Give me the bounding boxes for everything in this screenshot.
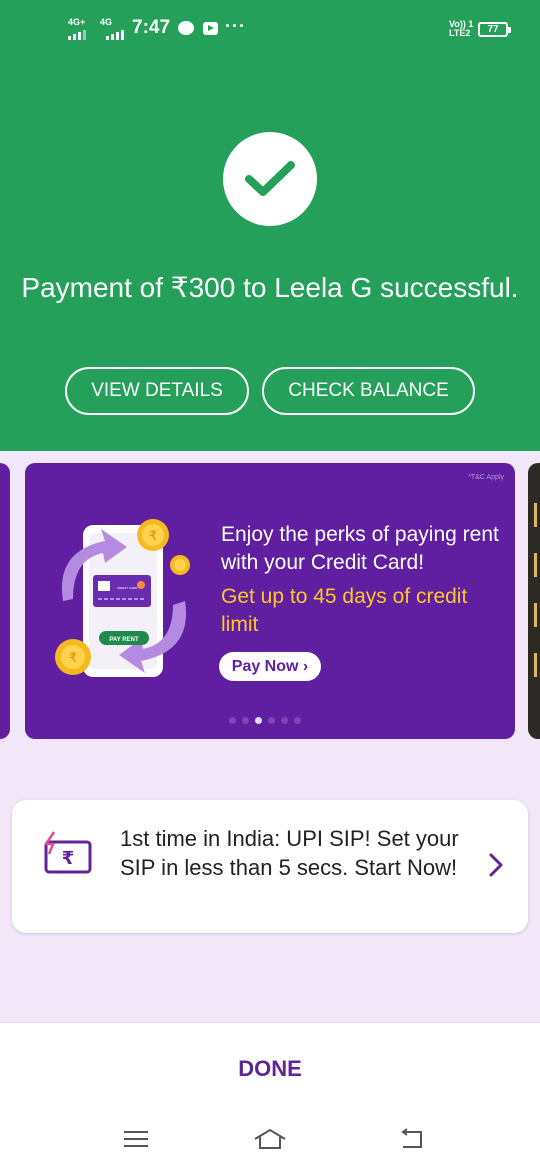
network-type-sim1: 4G+ [68, 17, 86, 27]
chat-icon [178, 21, 194, 35]
promo-headline: Enjoy the perks of paying rent with your… [221, 523, 499, 574]
view-details-button[interactable]: VIEW DETAILS [65, 367, 249, 415]
battery-icon: 77 [478, 22, 511, 37]
rent-credit-card-banner[interactable]: *T&C Apply CREDIT CARD PAY RENT ₹ ₹ Enjo… [25, 463, 515, 739]
carousel-dot [281, 717, 288, 724]
card-label-text: CREDIT CARD [117, 586, 138, 590]
back-icon[interactable] [392, 1124, 432, 1154]
payment-status-title: Payment of ₹300 to Leela G successful. [21, 272, 519, 303]
rupee-bolt-icon: ₹ [44, 831, 92, 874]
footer: DONE [0, 1022, 540, 1114]
pay-now-button[interactable]: Pay Now › [219, 652, 321, 681]
network-type-sim2: 4G [100, 17, 113, 27]
more-notifications-icon: ··· [225, 16, 246, 36]
status-bar: 4G+ 4G 7:47 ··· Vo)) 1 LTE2 77 [0, 0, 540, 60]
success-check-icon [223, 132, 317, 226]
carousel-dot [229, 717, 236, 724]
signal-icon-sim1 [68, 30, 86, 40]
carousel-dot-active [255, 717, 262, 724]
home-icon[interactable] [250, 1124, 290, 1154]
tnc-label: *T&C Apply [468, 474, 504, 481]
carousel-dot [242, 717, 249, 724]
carousel-dot [294, 717, 301, 724]
volte-line2: LTE2 [449, 28, 471, 38]
pay-rent-badge: PAY RENT [109, 637, 139, 643]
sip-promo-text: 1st time in India: UPI SIP! Set your SIP… [120, 826, 459, 880]
promo-offer: Get up to 45 days of credit limit [221, 585, 468, 636]
check-balance-button[interactable]: CHECK BALANCE [262, 367, 475, 415]
volte-indicator: Vo)) 1 LTE2 [449, 20, 473, 38]
svg-text:₹: ₹ [69, 651, 77, 666]
phone-rent-illustration: CREDIT CARD PAY RENT ₹ ₹ [55, 519, 190, 677]
system-navbar [0, 1114, 540, 1170]
previous-banner[interactable] [0, 463, 10, 739]
svg-text:₹: ₹ [62, 848, 75, 869]
payment-success-header: Payment of ₹300 to Leela G successful. V… [0, 60, 540, 451]
done-button[interactable]: DONE [200, 1049, 340, 1089]
upi-sip-card[interactable]: ₹ 1st time in India: UPI SIP! Set your S… [12, 800, 528, 933]
promo-carousel[interactable]: *T&C Apply CREDIT CARD PAY RENT ₹ ₹ Enjo… [0, 451, 540, 751]
carousel-dot [268, 717, 275, 724]
signal-icon-sim2 [106, 30, 124, 40]
svg-text:₹: ₹ [149, 529, 157, 544]
status-time: 7:47 [132, 17, 171, 38]
menu-icon[interactable] [116, 1124, 156, 1154]
youtube-icon [203, 22, 218, 35]
chevron-right-icon [489, 853, 503, 877]
carousel-indicator [229, 717, 301, 724]
next-banner[interactable] [528, 463, 540, 739]
